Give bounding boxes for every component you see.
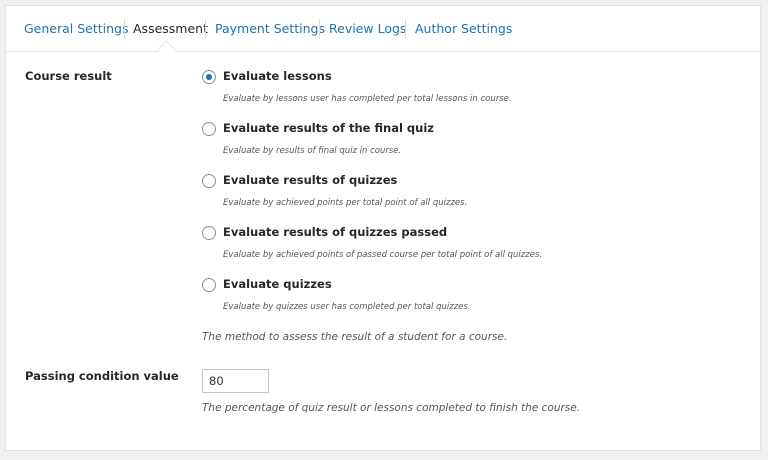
radio-evaluate-final-quiz[interactable] xyxy=(202,122,216,136)
option-label[interactable]: Evaluate results of quizzes xyxy=(223,173,397,187)
option-description: Evaluate by results of final quiz in cou… xyxy=(223,146,402,156)
tab-divider xyxy=(319,19,320,39)
passing-condition-input[interactable] xyxy=(202,369,269,393)
tab-author-settings[interactable]: Author Settings xyxy=(415,20,512,38)
settings-panel: General Settings Assessment Payment Sett… xyxy=(5,5,761,451)
tab-payment-settings[interactable]: Payment Settings xyxy=(215,20,325,38)
option-label[interactable]: Evaluate results of the final quiz xyxy=(223,121,434,135)
course-result-help: The method to assess the result of a stu… xyxy=(202,331,508,343)
tab-review-logs[interactable]: Review Logs xyxy=(329,20,406,38)
option-label[interactable]: Evaluate lessons xyxy=(223,69,332,83)
tab-divider xyxy=(124,19,125,39)
radio-evaluate-quizzes[interactable] xyxy=(202,278,216,292)
option-description: Evaluate by achieved points per total po… xyxy=(223,198,468,208)
settings-tabs: General Settings Assessment Payment Sett… xyxy=(6,6,760,52)
radio-evaluate-lessons[interactable] xyxy=(202,70,216,84)
tab-assessment[interactable]: Assessment xyxy=(133,20,208,38)
option-description: Evaluate by quizzes user has completed p… xyxy=(223,302,471,312)
passing-condition-label: Passing condition value xyxy=(25,369,179,383)
option-description: Evaluate by achieved points of passed co… xyxy=(223,250,543,260)
course-result-label: Course result xyxy=(25,69,112,83)
tab-divider xyxy=(205,19,206,39)
option-label[interactable]: Evaluate quizzes xyxy=(223,277,332,291)
tab-divider xyxy=(405,19,406,39)
radio-evaluate-quizzes-results[interactable] xyxy=(202,174,216,188)
option-label[interactable]: Evaluate results of quizzes passed xyxy=(223,225,447,239)
radio-evaluate-quizzes-passed[interactable] xyxy=(202,226,216,240)
passing-condition-help: The percentage of quiz result or lessons… xyxy=(202,402,581,414)
option-description: Evaluate by lessons user has completed p… xyxy=(223,94,512,104)
tab-general-settings[interactable]: General Settings xyxy=(24,20,129,38)
